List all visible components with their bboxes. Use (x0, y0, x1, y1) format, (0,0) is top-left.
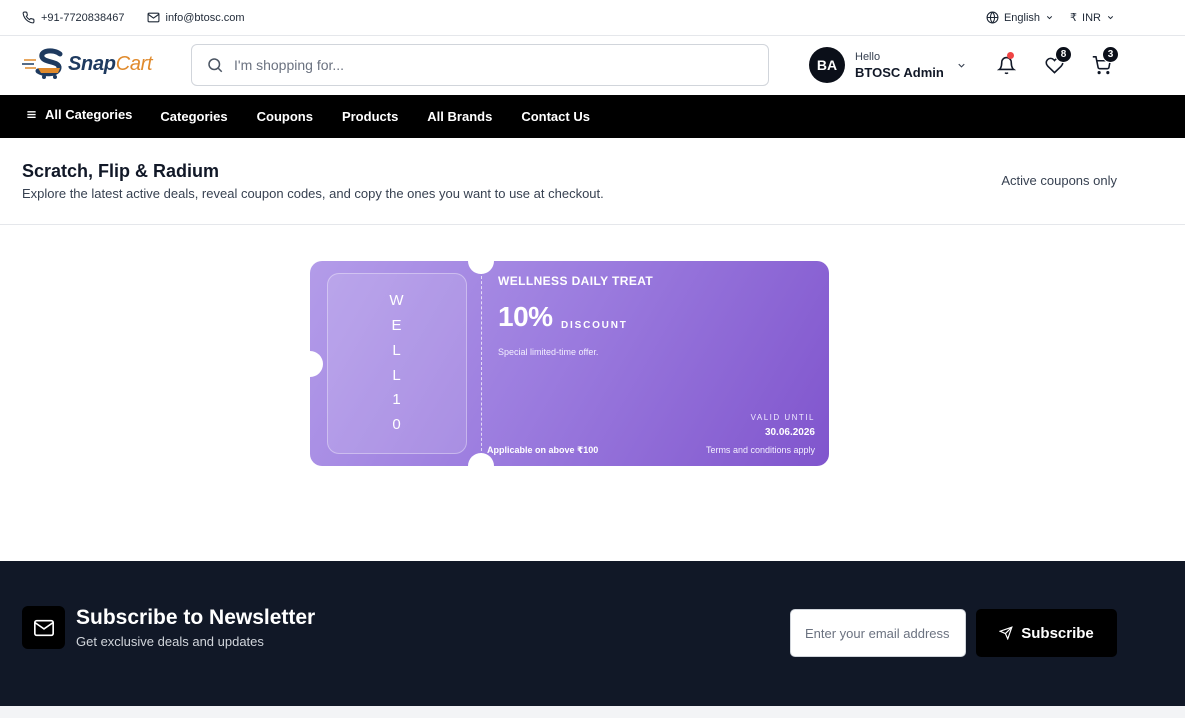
logo[interactable]: SnapCart (22, 48, 153, 80)
subscribe-button-label: Subscribe (1021, 624, 1094, 642)
coupon-code-char: L (392, 366, 402, 384)
page-header: Scratch, Flip & Radium Explore the lates… (0, 138, 1185, 225)
nav-link-categories[interactable]: Categories (160, 109, 227, 124)
page-title: Scratch, Flip & Radium (22, 161, 220, 181)
language-label: English (1003, 11, 1041, 24)
cart-button[interactable]: 3 (1092, 46, 1119, 80)
language-selector[interactable]: English (986, 11, 1054, 24)
mail-icon (147, 11, 160, 24)
coupon-code-char: E (391, 316, 403, 334)
email-address: info@btosc.com (165, 11, 245, 24)
avatar: BA (809, 47, 845, 83)
globe-icon (986, 11, 999, 24)
coupon-title: WELLNESS DAILY TREAT (498, 274, 654, 288)
coupon-valid-date: 30.06.2026 (764, 427, 815, 438)
newsletter-title: Subscribe to Newsletter (76, 606, 316, 629)
wishlist-button[interactable]: 8 (1045, 46, 1072, 80)
cart-count-badge: 3 (1102, 46, 1119, 63)
currency-selector[interactable]: ₹ INR (1070, 11, 1115, 24)
email-contact[interactable]: info@btosc.com (147, 11, 245, 24)
coupon-card[interactable]: W E L L 1 0 WELLNESS DAILY TREAT 10% DIS… (310, 261, 829, 466)
coupon-min-order: Applicable on above ₹100 (487, 445, 599, 455)
chevron-down-icon (956, 60, 967, 71)
footer-strip (0, 706, 1185, 718)
coupon-code-char: 1 (392, 391, 402, 409)
user-greeting: Hello (855, 51, 881, 63)
nav-link-contact-us[interactable]: Contact Us (521, 109, 590, 124)
coupon-code-char: W (389, 292, 405, 310)
coupon-valid-label: VALID UNTIL (750, 413, 815, 422)
newsletter-mail-icon (22, 606, 65, 649)
coupon-code-char: L (392, 341, 402, 359)
subscribe-button[interactable]: Subscribe (976, 609, 1117, 657)
search-icon (206, 56, 224, 74)
phone-contact[interactable]: +91-7720838467 (22, 11, 125, 24)
newsletter-email-input[interactable] (790, 609, 966, 657)
notifications-button[interactable] (997, 52, 1016, 80)
phone-number: +91-7720838467 (41, 11, 125, 24)
coupon-description: Special limited-time offer. (498, 347, 599, 357)
coupon-notch-top (468, 261, 494, 274)
coupon-discount-label: DISCOUNT (561, 320, 628, 331)
notification-dot (1007, 52, 1014, 59)
nav-link-products[interactable]: Products (342, 109, 398, 124)
newsletter-section: Subscribe to Newsletter Get exclusive de… (0, 561, 1185, 706)
coupon-code-box[interactable]: W E L L 1 0 (327, 273, 467, 454)
currency-label: INR (1082, 11, 1101, 24)
all-categories-button[interactable]: All Categories (26, 107, 132, 122)
newsletter-subtitle: Get exclusive deals and updates (76, 634, 264, 649)
top-bar: +91-7720838467 info@btosc.com English ₹ … (0, 0, 1185, 36)
logo-s-cart-icon (22, 48, 66, 80)
user-menu[interactable]: BA Hello BTOSC Admin (809, 47, 967, 83)
menu-icon (26, 109, 37, 120)
rupee-icon: ₹ (1070, 12, 1078, 24)
page-subtitle: Explore the latest active deals, reveal … (22, 186, 604, 201)
header: SnapCart BA Hello BTOSC Admin 8 3 (0, 36, 1185, 95)
all-categories-label: All Categories (45, 107, 133, 122)
coupon-notch-left (310, 351, 323, 377)
coupon-terms[interactable]: Terms and conditions apply (706, 445, 815, 455)
search-input[interactable] (234, 57, 734, 73)
send-icon (999, 626, 1014, 640)
user-name: BTOSC Admin (855, 65, 944, 80)
logo-text: SnapCart (68, 52, 153, 75)
chevron-down-icon (1045, 13, 1054, 22)
coupon-dashed-divider (481, 271, 482, 456)
chevron-down-icon (1106, 13, 1115, 22)
bell-icon (997, 56, 1016, 75)
coupon-code-char: 0 (392, 416, 402, 434)
wishlist-count-badge: 8 (1055, 46, 1072, 63)
nav-link-coupons[interactable]: Coupons (257, 109, 313, 124)
active-coupons-filter: Active coupons only (1001, 173, 1117, 188)
search-bar[interactable] (191, 44, 769, 86)
phone-icon (22, 11, 35, 24)
nav-link-all-brands[interactable]: All Brands (427, 109, 492, 124)
main-nav: All Categories Categories Coupons Produc… (0, 95, 1185, 138)
coupon-discount-value: 10% (498, 301, 553, 332)
